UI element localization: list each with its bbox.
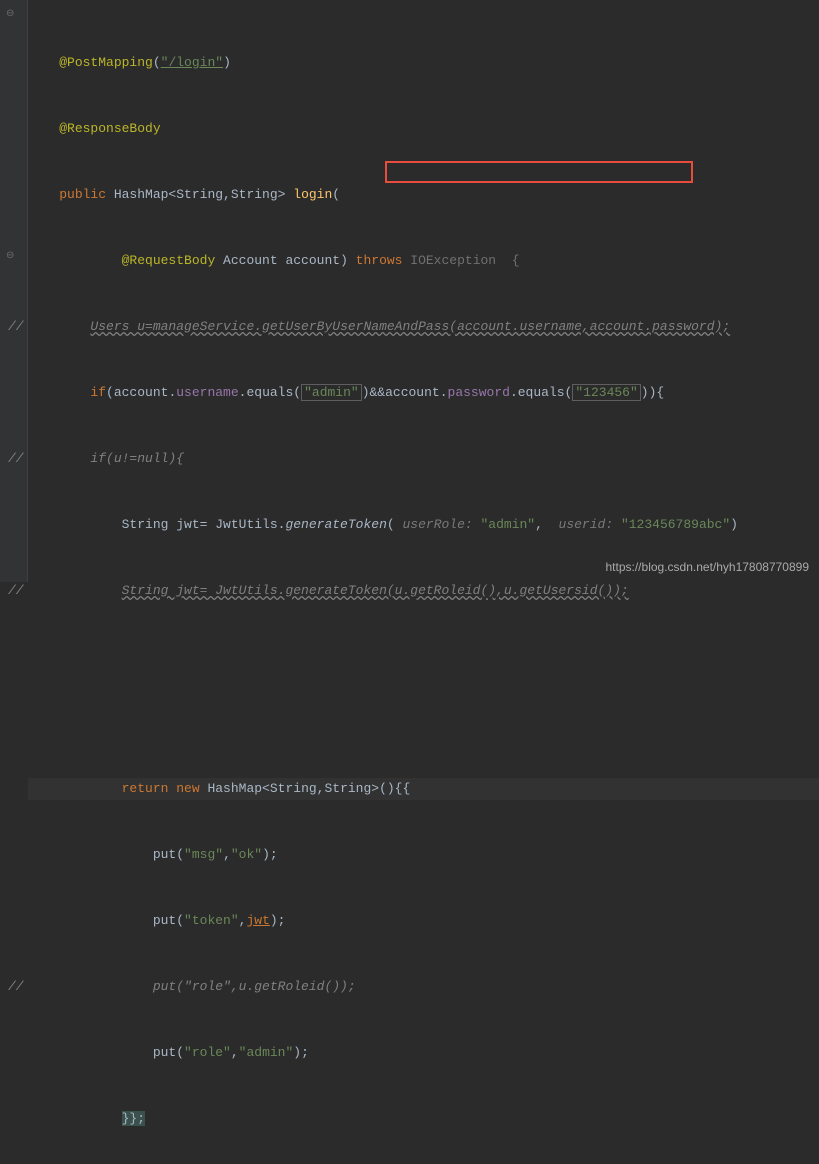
code-line[interactable]: if(account.username.equals("admin")&&acc… <box>28 382 819 404</box>
code-line[interactable]: @RequestBody Account account) throws IOE… <box>28 250 819 272</box>
code-line[interactable]: put("token",jwt); <box>28 910 819 932</box>
code-line[interactable]: // put("role",u.getRoleid()); <box>28 976 819 998</box>
code-line[interactable]: // if(u!=null){ <box>28 448 819 470</box>
code-editor[interactable]: @PostMapping("/login") @ResponseBody pub… <box>28 8 819 1164</box>
comment-marker: // <box>8 448 24 470</box>
code-line[interactable] <box>28 712 819 734</box>
code-line[interactable]: @PostMapping("/login") <box>28 52 819 74</box>
code-line[interactable] <box>28 646 819 668</box>
code-line[interactable]: put("role","admin"); <box>28 1042 819 1064</box>
code-line[interactable]: @ResponseBody <box>28 118 819 140</box>
code-line[interactable]: }}; <box>28 1108 819 1130</box>
code-line[interactable]: return new HashMap<String,String>(){{ <box>28 778 819 800</box>
gutter-icon: ⊖ <box>6 8 14 20</box>
code-line[interactable]: // String jwt= JwtUtils.generateToken(u.… <box>28 580 819 602</box>
comment-marker: // <box>8 580 24 602</box>
comment-marker: // <box>8 976 24 998</box>
watermark-text: https://blog.csdn.net/hyh17808770899 <box>606 560 810 574</box>
gutter-icon: ⊖ <box>6 250 14 262</box>
editor-gutter: ⊖ ⊖ <box>0 0 28 582</box>
code-line[interactable]: String jwt= JwtUtils.generateToken( user… <box>28 514 819 536</box>
code-line[interactable]: public HashMap<String,String> login( <box>28 184 819 206</box>
comment-marker: // <box>8 316 24 338</box>
code-line[interactable]: put("msg","ok"); <box>28 844 819 866</box>
code-line[interactable]: // Users u=manageService.getUserByUserNa… <box>28 316 819 338</box>
